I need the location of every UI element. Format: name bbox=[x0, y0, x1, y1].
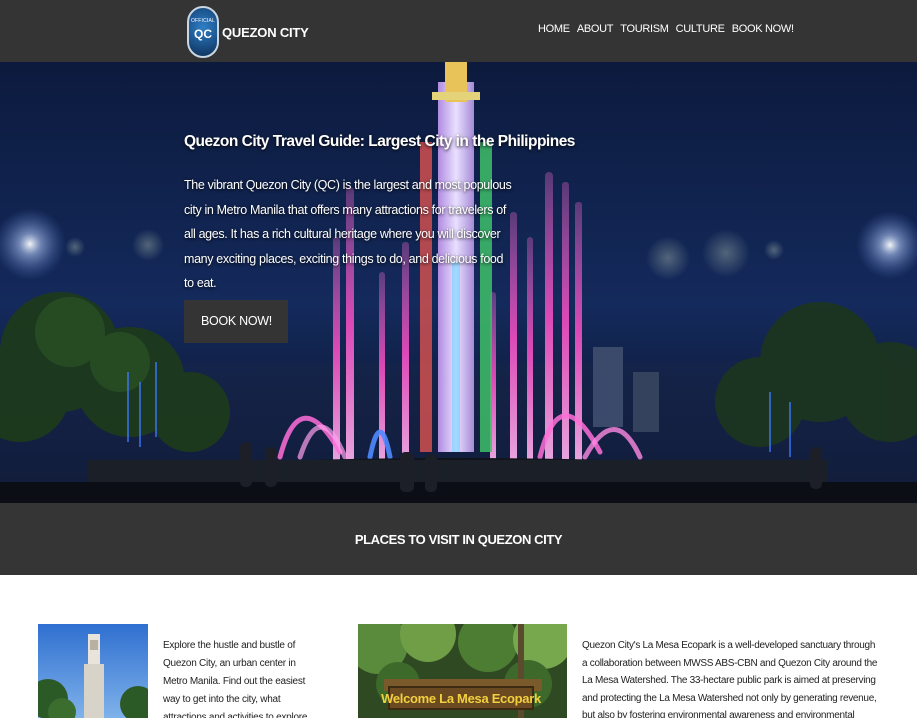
top-navigation-bar: OFFICIAL QC QUEZON CITY HOME ABOUT TOURI… bbox=[0, 0, 917, 62]
nav-link-tourism[interactable]: TOURISM bbox=[620, 23, 669, 35]
la-mesa-ecopark-image[interactable]: Welcome La Mesa Ecopark bbox=[358, 624, 567, 718]
card-description: Quezon City's La Mesa Ecopark is a well-… bbox=[582, 640, 878, 718]
site-logo[interactable]: OFFICIAL QC QUEZON CITY bbox=[187, 6, 309, 58]
main-nav: HOME ABOUT TOURISM CULTURE BOOK NOW! bbox=[538, 23, 801, 35]
book-now-button[interactable]: BOOK NOW! bbox=[184, 299, 288, 343]
ecopark-welcome-sign: Welcome La Mesa Ecopark bbox=[381, 686, 541, 710]
site-name[interactable]: QUEZON CITY bbox=[222, 25, 309, 40]
qc-seal-icon: OFFICIAL QC bbox=[187, 6, 219, 58]
hero-title: Quezon City Travel Guide: Largest City i… bbox=[184, 133, 575, 150]
quezon-memorial-photo bbox=[38, 624, 148, 718]
logo-badge-initials: QC bbox=[194, 27, 212, 41]
nav-link-home[interactable]: HOME bbox=[538, 23, 570, 35]
places-section-header: PLACES TO VISIT IN QUEZON CITY bbox=[0, 503, 917, 575]
quezon-memorial-image[interactable] bbox=[38, 624, 148, 718]
nav-link-book-now[interactable]: BOOK NOW! bbox=[732, 23, 794, 35]
hero-description: The vibrant Quezon City (QC) is the larg… bbox=[184, 178, 512, 290]
hero-section: Quezon City Travel Guide: Largest City i… bbox=[0, 62, 917, 503]
hero-content: Quezon City Travel Guide: Largest City i… bbox=[184, 133, 575, 343]
places-section-title: PLACES TO VISIT IN QUEZON CITY bbox=[354, 531, 563, 547]
nav-link-about[interactable]: ABOUT bbox=[577, 23, 614, 35]
card-description: Explore the hustle and bustle of Quezon … bbox=[163, 640, 310, 718]
nav-link-culture[interactable]: CULTURE bbox=[676, 23, 725, 35]
logo-badge-caption: OFFICIAL bbox=[190, 18, 216, 24]
